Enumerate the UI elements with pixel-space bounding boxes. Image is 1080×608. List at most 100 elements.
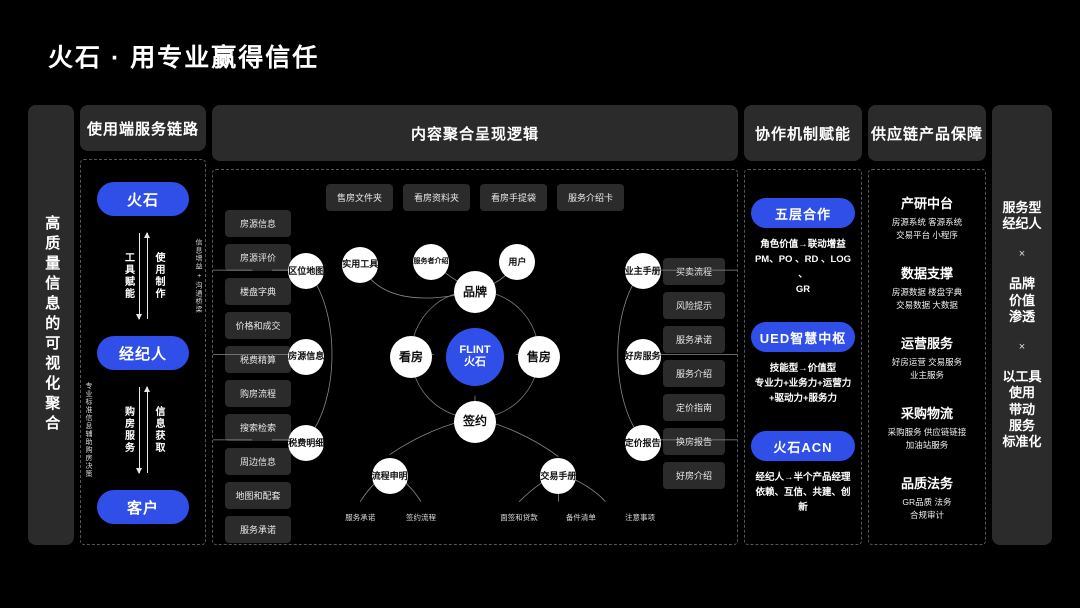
column-right-banner: 服务型 经纪人 × 品牌 价值 渗透 × 以工具 使用 带动 服务 标准化 bbox=[992, 105, 1052, 545]
mind-map-graph: FLINT 火石 品牌 看房 售房 签约 实用工具 服务者介绍 用户 区位地图 … bbox=[213, 170, 737, 544]
pill-five-layer[interactable]: 五层合作 bbox=[751, 198, 855, 229]
right-banner-item-3: 以工具 使用 带动 服务 标准化 bbox=[1002, 369, 1042, 449]
arrow-up-icon bbox=[143, 232, 150, 319]
content-logic-header: 内容聚合呈现逻辑 bbox=[212, 105, 738, 161]
collab-line: GR bbox=[795, 283, 811, 295]
supply-section-line: 采购服务 供应链链接 bbox=[887, 426, 967, 437]
node-brand[interactable]: 品牌 bbox=[454, 271, 496, 314]
pill-customer[interactable]: 客户 bbox=[97, 490, 189, 524]
flow2-arrows bbox=[135, 386, 150, 474]
leaf-label: 注意事项 bbox=[625, 513, 656, 523]
supply-section-title: 产研中台 bbox=[900, 195, 953, 211]
collab-line: 经纪人→半个产品经理 bbox=[755, 472, 851, 484]
arrow-down-icon bbox=[135, 387, 142, 474]
pill-flint[interactable]: 火石 bbox=[97, 182, 189, 216]
supply-section-line: 房源数据 楼盘字典 bbox=[891, 286, 963, 297]
column-service-chain: 使用端服务链路 火石 工具赋能 使用制作 信息增益 + 沟通桥梁 经纪人 专业标… bbox=[80, 105, 206, 545]
node-practical-tools[interactable]: 实用工具 bbox=[342, 246, 378, 283]
right-banner-separator-1: × bbox=[1018, 248, 1026, 261]
flow2-right-label: 信息获取 bbox=[153, 406, 164, 454]
flow1-left-label: 工具赋能 bbox=[122, 252, 134, 300]
arrow-up-icon bbox=[143, 386, 150, 473]
flow-group-1: 工具赋能 使用制作 信息增益 + 沟通桥梁 bbox=[81, 216, 205, 336]
flow2-side-caption-wrap: 专业标准信息辅助购房决策 bbox=[84, 382, 92, 478]
supply-section-line: 加油站服务 bbox=[905, 439, 949, 450]
node-selling[interactable]: 售房 bbox=[517, 336, 560, 378]
node-tax-detail[interactable]: 税费明细 bbox=[288, 425, 324, 462]
pill-ued-hub[interactable]: UED智慧中枢 bbox=[751, 322, 855, 353]
right-banner: 服务型 经纪人 × 品牌 价值 渗透 × 以工具 使用 带动 服务 标准化 bbox=[992, 105, 1052, 545]
node-center-flint[interactable]: FLINT 火石 bbox=[446, 328, 504, 386]
flow2-side-caption: 专业标准信息辅助购房决策 bbox=[85, 382, 93, 478]
collab-block-1: 五层合作 角色价值→联动增益 PM、PO 、RD 、LOG 、 GR bbox=[751, 198, 855, 297]
node-provider-intro[interactable]: 服务者介绍 bbox=[412, 243, 449, 280]
supply-section-line: 房源系统 客源系统 bbox=[891, 216, 963, 227]
leaf-label: 备件清单 bbox=[565, 513, 596, 523]
collab-line: 依赖、互信、共建、创新 bbox=[755, 487, 851, 513]
left-banner-text: 高质量信息的可视化聚合 bbox=[43, 215, 61, 435]
pill-flint-acn[interactable]: 火石ACN bbox=[751, 431, 855, 462]
node-listing-info[interactable]: 房源信息 bbox=[288, 339, 324, 375]
leaf-label: 服务承诺 bbox=[345, 513, 376, 523]
supply-section: 采购物流 采购服务 供应链链接 加油站服务 bbox=[888, 403, 967, 452]
flow1-side-caption: 信息增益 + 沟通桥梁 bbox=[195, 238, 202, 314]
node-pricing-report[interactable]: 定价报告 bbox=[624, 425, 661, 462]
supply-section-title: 品质法务 bbox=[900, 475, 953, 491]
collab-line: PM、PO 、RD 、LOG 、 bbox=[754, 254, 852, 280]
pill-agent[interactable]: 经纪人 bbox=[97, 336, 189, 370]
supply-section: 运营服务 好房运营 交易服务 业主服务 bbox=[892, 333, 962, 382]
node-signing[interactable]: 签约 bbox=[454, 400, 496, 443]
collab-block-2: UED智慧中枢 技能型→价值型 专业力+业务力+运营力 +驱动力+服务力 bbox=[751, 322, 855, 406]
node-owner-manual[interactable]: 业主手册 bbox=[624, 253, 661, 290]
service-chain-header: 使用端服务链路 bbox=[80, 105, 206, 151]
supply-section-line: 合规审计 bbox=[909, 509, 944, 520]
center-node-line2: 火石 bbox=[463, 356, 486, 368]
left-vertical-banner: 高质量信息的可视化聚合 bbox=[28, 105, 74, 545]
supply-section-line: 业主服务 bbox=[909, 369, 944, 380]
supply-section-line: 交易数据 大数据 bbox=[896, 299, 958, 310]
right-banner-separator-2: × bbox=[1018, 341, 1026, 353]
supply-section: 产研中台 房源系统 客源系统 交易平台 小程序 bbox=[892, 193, 962, 242]
flow1-side-caption-wrap: 信息增益 + 沟通桥梁 bbox=[194, 239, 202, 314]
supply-section-title: 运营服务 bbox=[900, 335, 953, 351]
content-logic-body: 售房文件夹 看房资料夹 看房手提袋 服务介绍卡 房源信息 房源评价 楼盘字典 价… bbox=[212, 169, 738, 545]
center-node-line1: FLINT bbox=[459, 344, 491, 357]
leaf-label: 签约流程 bbox=[406, 513, 437, 523]
supply-chain-body: 产研中台 房源系统 客源系统 交易平台 小程序 数据支撑 房源数据 楼盘字典 交… bbox=[868, 169, 986, 545]
supply-section-line: 好房运营 交易服务 bbox=[891, 356, 963, 367]
flow1-right-label: 使用制作 bbox=[153, 252, 164, 300]
collab-line: 技能型→价值型 bbox=[769, 363, 837, 375]
right-banner-item-1: 服务型 经纪人 bbox=[1002, 199, 1042, 231]
supply-chain-header: 供应链产品保障 bbox=[868, 105, 986, 161]
node-good-house-service[interactable]: 好房服务 bbox=[624, 339, 661, 375]
right-banner-item-2: 品牌 价值 渗透 bbox=[1008, 276, 1035, 324]
node-user[interactable]: 用户 bbox=[499, 244, 536, 281]
node-process-statement[interactable]: 流程申明 bbox=[371, 458, 408, 495]
collab-line: 专业力+业务力+运营力 bbox=[754, 378, 852, 389]
collab-line: 角色价值→联动增益 bbox=[760, 239, 846, 251]
supply-section: 品质法务 GR品质 法务 合规审计 bbox=[901, 473, 953, 522]
flow-group-2: 专业标准信息辅助购房决策 购房服务 信息获取 bbox=[81, 370, 205, 490]
supply-section-line: GR品质 法务 bbox=[902, 496, 952, 507]
node-viewing[interactable]: 看房 bbox=[390, 336, 433, 378]
column-supply-chain: 供应链产品保障 产研中台 房源系统 客源系统 交易平台 小程序 数据支撑 房源数… bbox=[868, 105, 986, 545]
column-content-logic: 内容聚合呈现逻辑 售房文件夹 看房资料夹 看房手提袋 服务介绍卡 房源信息 房源… bbox=[212, 105, 738, 545]
supply-section-line: 交易平台 小程序 bbox=[896, 229, 958, 240]
page-title: 火石 · 用专业赢得信任 bbox=[48, 44, 320, 72]
supply-section-title: 采购物流 bbox=[900, 405, 953, 421]
service-chain-body: 火石 工具赋能 使用制作 信息增益 + 沟通桥梁 经纪人 专业标准信息辅助购房决… bbox=[80, 159, 206, 545]
collab-block-3: 火石ACN 经纪人→半个产品经理 依赖、互信、共建、创新 bbox=[751, 431, 855, 515]
collaboration-body: 五层合作 角色价值→联动增益 PM、PO 、RD 、LOG 、 GR UED智慧… bbox=[744, 169, 862, 545]
flow2-left-label: 购房服务 bbox=[122, 406, 134, 454]
collab-line: +驱动力+服务力 bbox=[768, 392, 838, 404]
arrow-down-icon bbox=[135, 233, 142, 320]
supply-section: 数据支撑 房源数据 楼盘字典 交易数据 大数据 bbox=[892, 263, 962, 312]
collaboration-header: 协作机制赋能 bbox=[744, 105, 862, 161]
column-collaboration: 协作机制赋能 五层合作 角色价值→联动增益 PM、PO 、RD 、LOG 、 G… bbox=[744, 105, 862, 545]
flow1-arrows bbox=[135, 232, 150, 320]
infographic-board: 高质量信息的可视化聚合 使用端服务链路 火石 工具赋能 使用制作 信息增益 + … bbox=[28, 105, 1052, 545]
supply-section-title: 数据支撑 bbox=[900, 265, 953, 281]
leaf-label: 面签和贷款 bbox=[500, 513, 538, 523]
node-location-map[interactable]: 区位地图 bbox=[288, 253, 324, 290]
node-transaction-manual[interactable]: 交易手册 bbox=[540, 458, 576, 495]
